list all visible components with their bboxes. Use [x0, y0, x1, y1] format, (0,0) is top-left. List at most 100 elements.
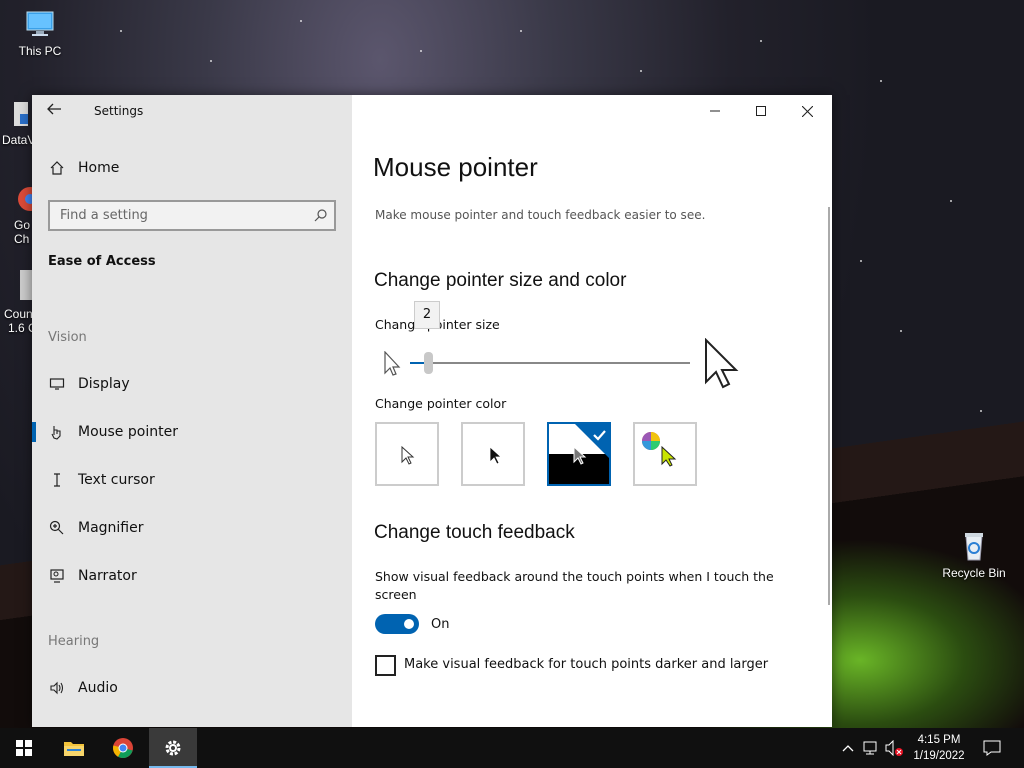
- desktop-icon-label: Recycle Bin: [942, 566, 1006, 580]
- tray-volume[interactable]: [884, 738, 904, 758]
- sidebar-item-label: Audio: [78, 680, 118, 696]
- app-icon: [20, 270, 32, 300]
- mouse-pointer-icon: [51, 426, 61, 440]
- pointer-color-inverted[interactable]: [547, 422, 611, 486]
- sidebar-item-narrator[interactable]: Narrator: [32, 558, 352, 594]
- sidebar-item-mouse-pointer[interactable]: Mouse pointer: [32, 414, 352, 450]
- search-placeholder: Find a setting: [60, 208, 148, 223]
- clock-date: 1/19/2022: [913, 750, 965, 762]
- taskbar-file-explorer[interactable]: [50, 728, 98, 768]
- taskbar: 4:15 PM 1/19/2022: [0, 728, 1024, 768]
- volume-muted-icon: [885, 740, 903, 756]
- scrollbar[interactable]: [828, 207, 830, 605]
- star: [980, 410, 982, 412]
- pointer-color-custom[interactable]: [633, 422, 697, 486]
- sidebar-item-text-cursor[interactable]: Text cursor: [32, 462, 352, 498]
- large-pointer-icon: [705, 338, 739, 389]
- home-link[interactable]: Home: [32, 150, 352, 186]
- sidebar-item-audio[interactable]: Audio: [32, 670, 352, 706]
- chrome-icon: [113, 738, 133, 758]
- pointer-size-slider-thumb[interactable]: [424, 352, 433, 374]
- magnifier-icon: [49, 520, 64, 535]
- slider-value-tooltip: 2: [414, 301, 440, 329]
- folder-icon: [64, 742, 84, 756]
- desktop-icon-this-pc[interactable]: This PC: [2, 8, 78, 58]
- star: [210, 60, 212, 62]
- audio-icon: [50, 681, 64, 695]
- minimize-icon: [710, 110, 720, 112]
- desktop-icon-label: Go: [14, 218, 31, 232]
- maximize-icon: [756, 106, 766, 116]
- black-pointer-icon: [489, 446, 503, 465]
- start-button[interactable]: [0, 728, 48, 768]
- text-cursor-icon: [54, 473, 60, 487]
- pointer-size-slider-track[interactable]: [414, 362, 690, 364]
- sidebar-item-label: Mouse pointer: [78, 424, 178, 440]
- minimize-button[interactable]: [692, 95, 738, 127]
- sidebar-item-magnifier[interactable]: Magnifier: [32, 510, 352, 546]
- desktop-icon-label: Ch: [14, 232, 30, 246]
- home-label: Home: [78, 160, 120, 176]
- gear-icon: [165, 740, 181, 756]
- toggle-state-label: On: [431, 617, 450, 632]
- desktop-icon-partial[interactable]: Go Ch: [14, 185, 42, 246]
- display-icon: [49, 378, 65, 390]
- taskbar-settings[interactable]: [149, 728, 197, 768]
- recycle-bin-icon: [965, 533, 983, 561]
- star: [520, 30, 522, 32]
- sidebar-item-label: Narrator: [78, 568, 137, 584]
- star: [950, 200, 952, 202]
- touch-feedback-toggle[interactable]: [375, 614, 419, 634]
- content-pane: Mouse pointer Make mouse pointer and tou…: [352, 95, 832, 727]
- star: [420, 50, 422, 52]
- back-arrow-icon: [47, 103, 61, 115]
- notification-icon: [983, 740, 1001, 756]
- tray-overflow-button[interactable]: [838, 738, 858, 758]
- search-icon: [314, 209, 327, 222]
- chevron-up-icon: [842, 745, 854, 752]
- taskbar-chrome[interactable]: [99, 728, 147, 768]
- app-icon: [14, 102, 28, 126]
- inverted-pointer-icon: [573, 446, 587, 465]
- checkbox-label: Make visual feedback for touch points da…: [404, 657, 769, 672]
- network-icon: [863, 741, 877, 755]
- pointer-color-label: Change pointer color: [375, 396, 507, 411]
- search-input[interactable]: Find a setting: [48, 200, 336, 231]
- computer-icon: [26, 11, 54, 36]
- narrator-icon: [50, 569, 64, 583]
- star: [300, 20, 302, 22]
- star: [120, 30, 122, 32]
- sidebar-item-label: Display: [78, 376, 130, 392]
- sidebar-item-display[interactable]: Display: [32, 366, 352, 402]
- toggle-knob: [404, 619, 414, 629]
- pointer-color-black[interactable]: [461, 422, 525, 486]
- color-wheel-icon: [642, 432, 660, 450]
- settings-window: Settings Home Find a setting Ease of Acc…: [32, 95, 832, 727]
- desktop-icon-partial[interactable]: DataV: [2, 100, 35, 147]
- sidebar: Settings Home Find a setting Ease of Acc…: [32, 95, 352, 727]
- section-title: Ease of Access: [48, 254, 156, 269]
- window-title: Settings: [94, 104, 144, 118]
- sidebar-item-label: Magnifier: [78, 520, 144, 536]
- desktop-icon-recycle-bin[interactable]: Recycle Bin: [936, 530, 1012, 580]
- back-button[interactable]: [46, 101, 66, 121]
- page-title: Mouse pointer: [373, 152, 538, 182]
- star: [880, 80, 882, 82]
- darker-feedback-checkbox[interactable]: [375, 655, 396, 676]
- windows-icon: [16, 740, 32, 756]
- white-pointer-icon: [401, 446, 415, 465]
- taskbar-clock[interactable]: 4:15 PM 1/19/2022: [906, 732, 972, 764]
- touch-heading: Change touch feedback: [374, 522, 575, 543]
- custom-pointer-icon: [661, 446, 677, 467]
- desktop-icon-label: DataV: [2, 133, 36, 147]
- selection-indicator: [32, 422, 36, 442]
- pointer-color-white[interactable]: [375, 422, 439, 486]
- home-icon: [50, 161, 64, 175]
- close-button[interactable]: [784, 95, 830, 127]
- action-center-button[interactable]: [982, 738, 1002, 758]
- tray-network[interactable]: [861, 738, 881, 758]
- desktop-icon-label: This PC: [18, 44, 62, 58]
- chrome-icon: [18, 187, 42, 211]
- page-subtitle: Make mouse pointer and touch feedback ea…: [375, 208, 706, 222]
- maximize-button[interactable]: [738, 95, 784, 127]
